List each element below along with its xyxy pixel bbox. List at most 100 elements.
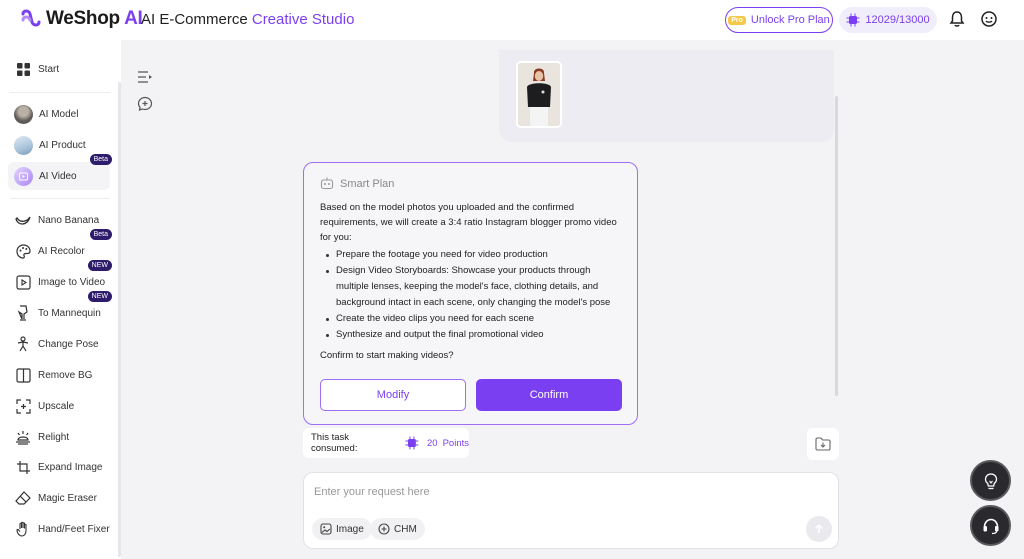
sidebar-item-ai-video[interactable]: AI Video Beta	[8, 154, 112, 190]
points-balance[interactable]: 12029/13000	[839, 7, 937, 33]
confirm-button[interactable]: Confirm	[476, 379, 622, 411]
new-chat-icon[interactable]	[137, 96, 153, 112]
unlock-pro-label: Unlock Pro Plan	[750, 14, 830, 26]
grid-icon	[14, 60, 32, 78]
sidebar-item-label: Start	[38, 63, 60, 75]
points-value: 12029/13000	[865, 14, 930, 26]
points-consumed-note: This task consumed: 20 Points	[303, 428, 469, 458]
logo-mark-icon	[21, 9, 41, 27]
sidebar-item-to-mannequin[interactable]: To Mannequin NEW	[8, 291, 112, 327]
sidebar-item-label: AI Product	[39, 139, 86, 151]
chat-composer: Image CHM	[303, 472, 839, 549]
consumed-amount: 20	[427, 437, 438, 449]
upscale-icon	[14, 397, 32, 415]
sidebar-item-remove-bg[interactable]: Remove BG	[8, 361, 110, 389]
chm-chip-button[interactable]: CHM	[370, 518, 425, 540]
sidebar-item-label: AI Video	[39, 170, 77, 182]
points-chip-icon	[405, 436, 419, 450]
send-button[interactable]	[806, 516, 832, 542]
plan-intro: Based on the model photos you uploaded a…	[320, 202, 617, 243]
sidebar-item-label: Change Pose	[38, 338, 99, 350]
plan-steps: Prepare the footage you need for video p…	[320, 247, 625, 343]
chat-scrollbar[interactable]	[835, 96, 838, 396]
beta-badge: Beta	[89, 229, 112, 240]
sidebar-item-label: AI Model	[39, 108, 79, 120]
sidebar-item-label: Remove BG	[38, 369, 93, 381]
new-badge: NEW	[87, 291, 112, 302]
sidebar-item-expand-image[interactable]: Expand Image	[8, 453, 110, 481]
sidebar-scrollbar[interactable]	[118, 82, 121, 557]
support-float-button[interactable]	[970, 505, 1011, 546]
banana-icon	[14, 211, 32, 229]
plan-title: Smart Plan	[340, 177, 395, 190]
sidebar-item-magic-eraser[interactable]: Magic Eraser	[8, 484, 110, 512]
mannequin-icon	[14, 304, 32, 322]
page-title: AI E-Commerce Creative Studio	[141, 11, 354, 28]
robot-icon	[320, 177, 334, 190]
unlock-pro-button[interactable]: Pro Unlock Pro Plan	[725, 7, 833, 33]
palette-icon	[14, 242, 32, 260]
beta-badge: Beta	[89, 154, 112, 165]
bell-icon[interactable]	[948, 10, 966, 28]
sidebar-item-label: Nano Banana	[38, 214, 100, 226]
relight-icon	[14, 428, 32, 446]
consumed-label: This task consumed:	[311, 432, 358, 454]
image-chip-button[interactable]: Image	[312, 518, 372, 540]
modify-button[interactable]: Modify	[320, 379, 466, 411]
arrow-up-icon	[814, 523, 824, 533]
sidebar-item-change-pose[interactable]: Change Pose	[8, 330, 110, 358]
save-to-folder-button[interactable]	[807, 428, 839, 460]
sidebar-item-label: Image to Video	[38, 276, 106, 288]
smart-plan-card: Smart Plan Based on the model photos you…	[303, 162, 638, 425]
title-main: AI E-Commerce	[141, 11, 252, 28]
avatar-icon[interactable]	[980, 10, 998, 28]
plan-step: Design Video Storyboards: Showcase your …	[320, 263, 625, 311]
plan-question: Confirm to start making videos?	[320, 350, 454, 361]
sidebar-item-start[interactable]: Start	[8, 55, 110, 83]
eraser-icon	[14, 489, 32, 507]
title-accent: Creative Studio	[251, 11, 355, 28]
new-badge: NEW	[87, 260, 112, 271]
uploaded-model-photo[interactable]	[516, 61, 562, 128]
sidebar-item-label: Magic Eraser	[38, 492, 97, 504]
tips-float-button[interactable]	[970, 460, 1011, 501]
pro-tag: Pro	[728, 15, 746, 25]
sidebar-item-label: Expand Image	[38, 461, 103, 473]
consumed-unit: Points	[442, 437, 469, 449]
sidebar-divider	[10, 198, 110, 199]
collapse-panel-icon[interactable]	[137, 69, 153, 85]
weshop-logo[interactable]: WeShop AI	[20, 8, 143, 30]
video-thumb	[14, 166, 33, 186]
image-video-icon	[14, 273, 32, 291]
hand-icon	[14, 520, 32, 538]
lightbulb-icon	[984, 472, 997, 489]
logo-text: WeShop	[46, 8, 120, 29]
sidebar-item-label: AI Recolor	[38, 245, 85, 257]
product-thumb	[14, 135, 33, 155]
model-thumb	[14, 104, 33, 124]
remove-bg-icon	[14, 366, 32, 384]
sidebar-item-label: Relight	[38, 431, 70, 443]
plus-circle-icon	[378, 523, 390, 535]
logo-ai: AI	[124, 8, 143, 29]
folder-download-icon	[815, 437, 831, 451]
pose-icon	[14, 335, 32, 353]
image-icon	[320, 523, 332, 535]
sidebar-item-label: To Mannequin	[38, 307, 101, 319]
top-bar: WeShop AI AI E-Commerce Creative Studio …	[0, 0, 1024, 40]
sidebar-item-relight[interactable]: Relight	[8, 423, 110, 451]
sidebar-item-ai-model[interactable]: AI Model	[8, 100, 110, 128]
sidebar-item-upscale[interactable]: Upscale	[8, 392, 110, 420]
image-chip-label: Image	[336, 523, 364, 535]
expand-icon	[14, 458, 32, 476]
sidebar-item-label: Hand/Feet Fixer	[38, 523, 110, 535]
sidebar-item-hand-feet-fixer[interactable]: Hand/Feet Fixer	[8, 515, 110, 543]
headset-icon	[983, 518, 998, 534]
request-input[interactable]	[314, 483, 814, 501]
plan-step: Prepare the footage you need for video p…	[320, 247, 625, 263]
plan-header: Smart Plan	[320, 177, 394, 190]
sidebar-divider	[10, 92, 110, 93]
sidebar-item-label: Upscale	[38, 400, 75, 412]
points-chip-icon	[846, 13, 860, 27]
chm-chip-label: CHM	[394, 523, 417, 535]
